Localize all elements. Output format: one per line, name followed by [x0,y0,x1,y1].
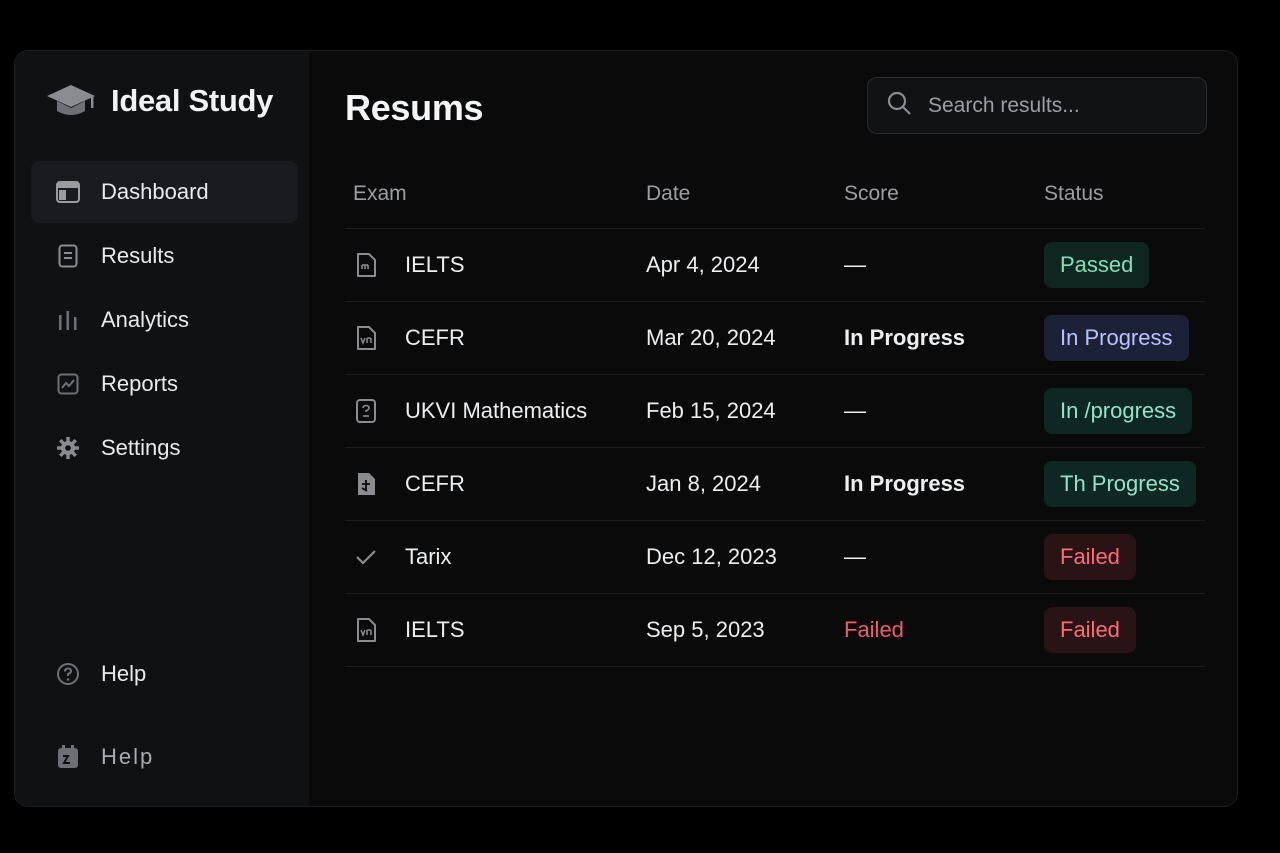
exam-name: IELTS [405,252,465,277]
exam-score: — [844,252,866,277]
help-circle-icon [55,661,81,687]
exam-score: Failed [844,617,904,642]
sidebar-item-analytics[interactable]: Analytics [31,289,298,351]
status-badge: In Progress [1044,315,1189,361]
gear-icon [55,435,81,461]
sidebar-item-label: Results [101,243,175,268]
exam-date: Sep 5, 2023 [646,617,765,642]
app-name: Ideal Study [111,83,274,118]
exam-name: CEFR [405,325,465,350]
sidebar-item-label: Help [101,744,155,769]
status-badge: Th Progress [1044,461,1196,507]
table-header: Exam Date Score Status [345,159,1205,229]
layout-icon [55,179,81,205]
exam-score: — [844,544,866,569]
check-icon [353,544,379,570]
table-row[interactable]: CEFR Mar 20, 2024 In Progress In Progres… [345,302,1205,375]
line-chart-icon [55,371,81,397]
sidebar-bottom-help-secondary: Help [31,726,298,790]
exam-cell: UKVI Mathematics [345,398,646,424]
sidebar-item-label: Help [101,661,147,686]
results-table: Exam Date Score Status IELTS Apr 4, 2024… [345,159,1205,667]
file-icon [353,252,379,278]
exam-score: In Progress [844,325,966,350]
exam-name: UKVI Mathematics [405,398,588,423]
status-cell: Passed [1044,242,1204,288]
exam-date: Feb 15, 2024 [646,398,776,423]
exam-date: Mar 20, 2024 [646,325,776,350]
exam-score: — [844,398,866,423]
bar-chart-icon [55,307,81,333]
file-icon [353,617,379,643]
calendar-icon [55,744,81,770]
exam-cell: IELTS [345,252,646,278]
search-input[interactable] [928,93,1178,118]
status-badge: Passed [1044,242,1150,288]
column-header-score[interactable]: Score [844,182,1044,206]
sidebar-nav: Dashboard Results Analytics Reports Sett… [31,161,298,481]
status-badge: In /progress [1044,388,1193,434]
status-cell: In /progress [1044,388,1204,434]
sidebar-item-dashboard[interactable]: Dashboard [31,161,298,223]
exam-name: CEFR [405,471,465,496]
app-window: Ideal Study Dashboard Results Analytics [14,50,1238,807]
exam-cell: CEFR [345,471,646,497]
file-filled-icon [353,471,379,497]
table-row[interactable]: UKVI Mathematics Feb 15, 2024 — In /prog… [345,375,1205,448]
exam-cell: IELTS [345,617,646,643]
sidebar-item-label: Dashboard [101,179,209,204]
exam-cell: Tarix [345,544,646,570]
column-header-status[interactable]: Status [1044,182,1204,206]
sidebar-item-settings[interactable]: Settings [31,417,298,479]
column-header-date[interactable]: Date [646,182,844,206]
sidebar-item-help[interactable]: Help [31,643,298,705]
exam-score: In Progress [844,471,966,496]
sidebar-item-label: Analytics [101,307,190,332]
sidebar-item-label: Settings [101,435,181,460]
exam-date: Apr 4, 2024 [646,252,760,277]
exam-date: Dec 12, 2023 [646,544,777,569]
sidebar: Ideal Study Dashboard Results Analytics [15,51,309,806]
status-cell: Th Progress [1044,461,1204,507]
table-row[interactable]: IELTS Sep 5, 2023 Failed Failed [345,594,1205,667]
brand[interactable]: Ideal Study [45,79,273,123]
exam-name: IELTS [405,617,465,642]
table-row[interactable]: IELTS Apr 4, 2024 — Passed [345,229,1205,302]
exam-date: Jan 8, 2024 [646,471,761,496]
graduation-cap-icon [45,79,97,123]
main-content: Resums Exam Date Score Status IELTS [309,51,1237,806]
page-title: Resums [345,87,484,128]
sidebar-item-help-secondary[interactable]: Help [31,726,298,788]
exam-name: Tarix [405,544,452,569]
search-icon [886,90,912,121]
sidebar-item-reports[interactable]: Reports [31,353,298,415]
file-question-icon [353,398,379,424]
column-header-exam[interactable]: Exam [345,182,646,206]
sidebar-item-label: Reports [101,371,179,396]
document-icon [55,243,81,269]
exam-cell: CEFR [345,325,646,351]
search-box[interactable] [867,77,1207,134]
status-badge: Failed [1044,607,1136,653]
status-cell: In Progress [1044,315,1204,361]
status-cell: Failed [1044,534,1204,580]
sidebar-bottom-help: Help [31,643,298,707]
status-cell: Failed [1044,607,1204,653]
file-icon [353,325,379,351]
table-row[interactable]: CEFR Jan 8, 2024 In Progress Th Progress [345,448,1205,521]
sidebar-item-results[interactable]: Results [31,225,298,287]
status-badge: Failed [1044,534,1136,580]
table-row[interactable]: Tarix Dec 12, 2023 — Failed [345,521,1205,594]
